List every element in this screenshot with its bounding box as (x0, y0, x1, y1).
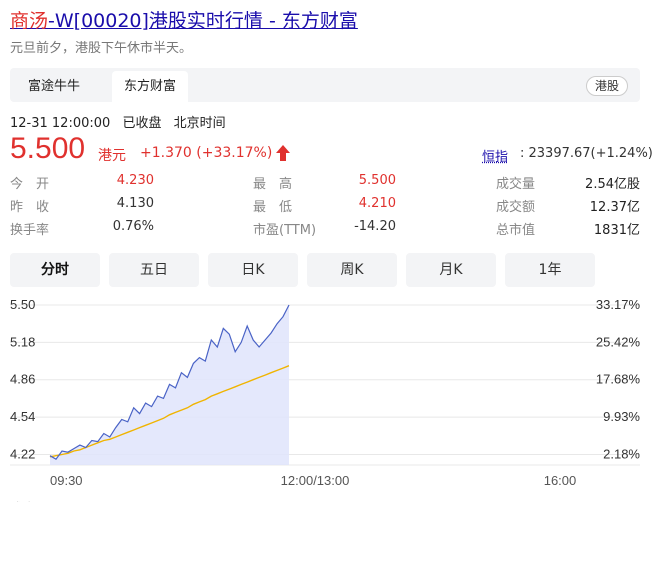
stat-value-low: 4.210 (358, 196, 396, 211)
stat-value-volume: 2.54亿股 (585, 177, 640, 192)
y-tick-label-left: 5.18 (10, 334, 35, 349)
y-tick-label-left: 5.50 (10, 297, 35, 312)
stat-value-high: 5.500 (358, 173, 396, 188)
price-unit: 港元 (98, 148, 126, 164)
x-tick-label: 16:00 (544, 473, 577, 488)
stat-label-prev-close: 昨 收 (10, 200, 50, 215)
price-change: +1.370 (+33.17%) (140, 145, 273, 161)
intraday-chart[interactable]: 5.50 33.17% 5.18 25.42% 4.86 17.68% 4.54 9.93% 4… (0, 232, 659, 502)
quote-status: 12-31 12:00:00 已收盘 北京时间 (10, 112, 234, 131)
timezone-label: 北京时间 (173, 116, 226, 131)
y-tick-label-right: 9.93% (603, 409, 640, 424)
x-tick-label: 09:30 (50, 473, 83, 488)
stat-label-turnover: 成交额 (496, 200, 536, 215)
stat-label-open: 今 开 (10, 177, 50, 192)
y-tick-label-right: 33.17% (596, 297, 641, 312)
quote-datetime: 12-31 12:00:00 (10, 116, 111, 131)
tab-eastmoney[interactable]: 东方财富 (112, 71, 189, 102)
volume-max-label: 692.70万 (587, 501, 640, 502)
up-arrow-icon (276, 145, 290, 161)
current-price: 5.500 (10, 132, 86, 165)
market-badge: 港股 (585, 76, 628, 96)
stat-label-low: 最 低 (253, 200, 293, 215)
title-highlight: 商汤 (10, 10, 49, 32)
market-state: 已收盘 (122, 116, 162, 131)
stat-value-prev-close: 4.130 (116, 196, 154, 211)
page-title[interactable]: 商汤-W[00020]港股实时行情 - 东方财富 (10, 6, 358, 33)
y-tick-label-left: 4.22 (10, 446, 35, 461)
x-tick-label: 12:00/13:00 (281, 473, 350, 488)
y-tick-label-right: 17.68% (596, 372, 641, 387)
stat-value-turnover: 12.37亿 (589, 200, 640, 215)
stat-label-volume: 成交量 (496, 177, 536, 192)
hsi-index-value: : 23397.67(+1.24%) (520, 146, 653, 161)
hsi-index-link[interactable]: 恒指 (482, 146, 508, 165)
y-tick-label-left: 4.54 (10, 409, 35, 424)
stat-label-high: 最 高 (253, 177, 293, 192)
stats-row: 昨 收 4.130 最 低 4.210 成交额 12.37亿 (10, 196, 640, 219)
volume-label: 成交量（股） (10, 501, 88, 502)
tab-futu[interactable]: 富途牛牛 (16, 71, 92, 102)
y-tick-label-right: 25.42% (596, 334, 641, 349)
page-subtitle: 元旦前夕，港股下午休市半天。 (10, 41, 193, 56)
stat-value-open: 4.230 (116, 173, 154, 188)
source-tabbar: 富途牛牛 东方财富 港股 (10, 68, 640, 102)
y-tick-label-right: 2.18% (603, 446, 640, 461)
title-rest: -W[00020]港股实时行情 - 东方财富 (48, 10, 358, 32)
stats-row: 今 开 4.230 最 高 5.500 成交量 2.54亿股 (10, 173, 640, 196)
y-tick-label-left: 4.86 (10, 372, 35, 387)
